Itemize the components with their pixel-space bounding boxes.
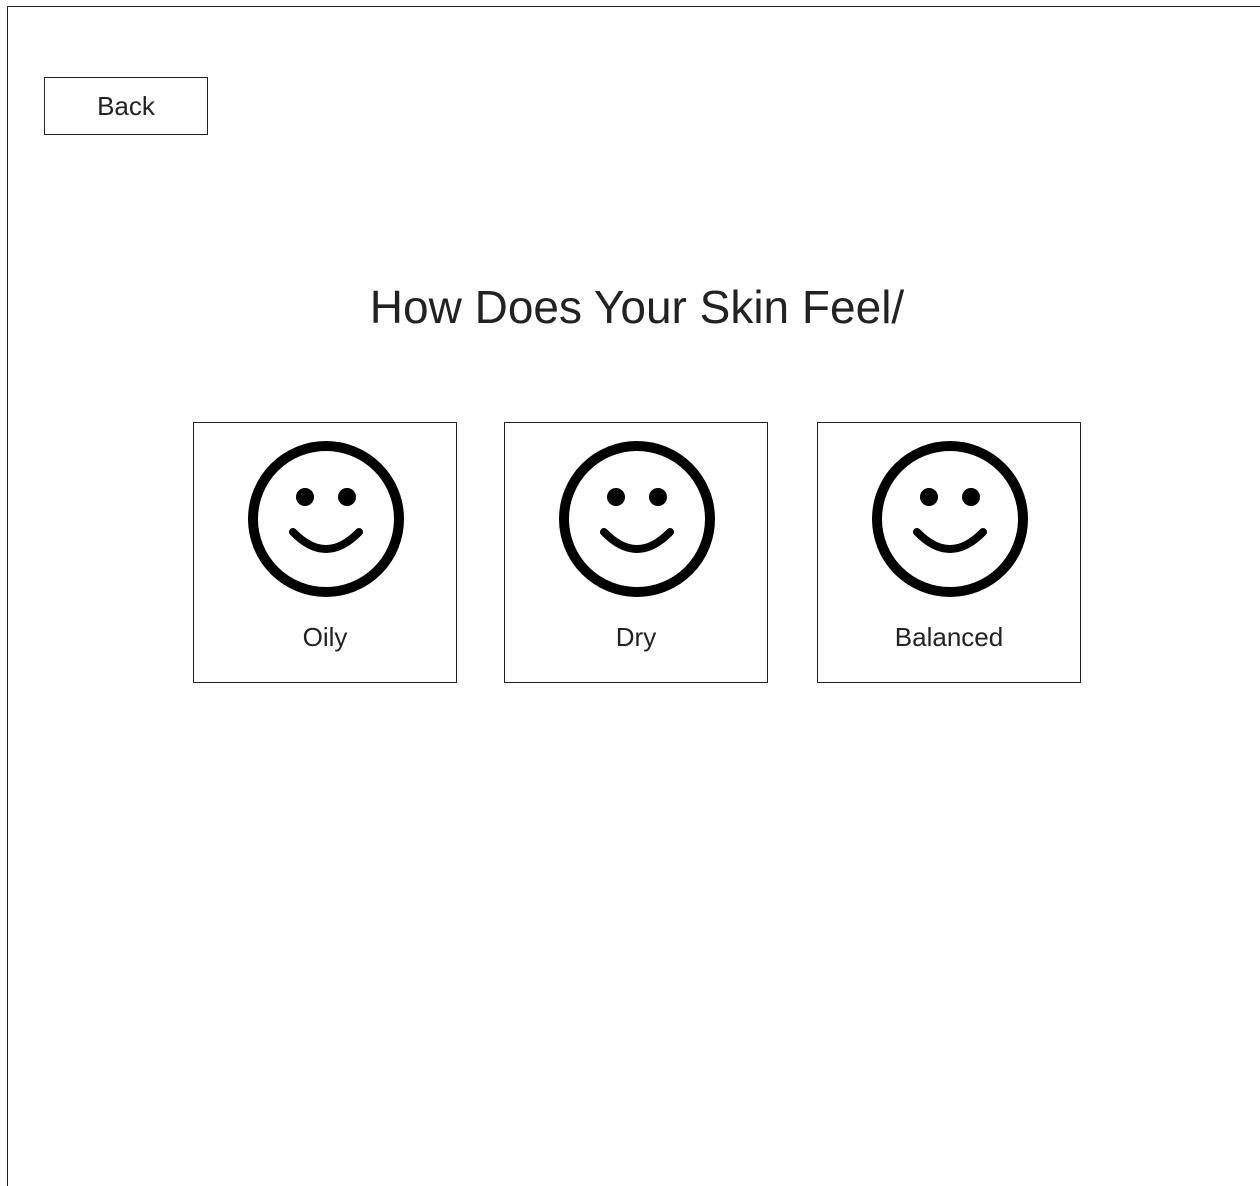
option-label: Dry (615, 622, 657, 652)
option-label: Balanced (894, 622, 1004, 652)
option-card-dry[interactable]: Dry (504, 422, 768, 683)
option-card-balanced[interactable]: Balanced (817, 422, 1081, 683)
option-label: Oily (302, 622, 348, 652)
smiley-face-icon (559, 441, 715, 597)
smiley-face-icon (248, 441, 404, 597)
back-button[interactable]: Back (44, 77, 208, 135)
page-title: How Does Your Skin Feel/ (369, 281, 905, 333)
option-card-oily[interactable]: Oily (193, 422, 457, 683)
smiley-face-icon (872, 441, 1028, 597)
